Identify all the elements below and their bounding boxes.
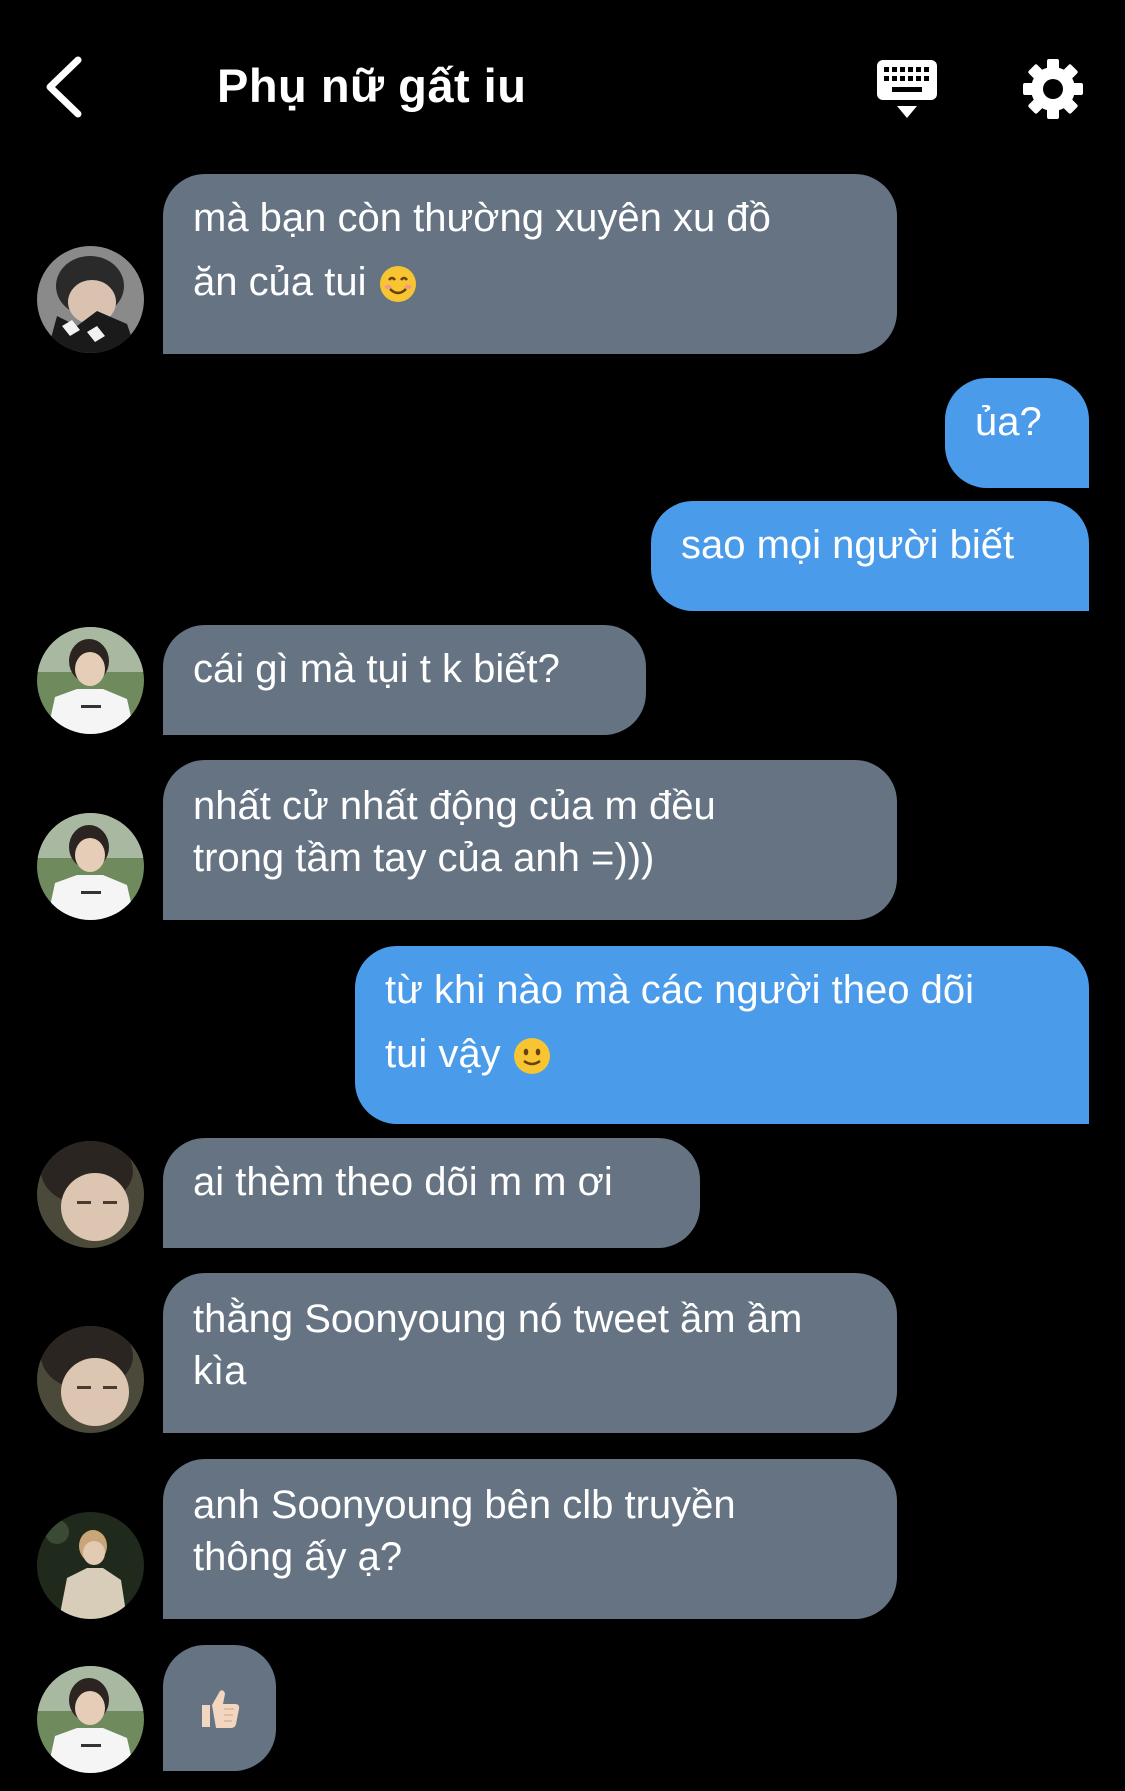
message-bubble-outgoing[interactable]: ủa? <box>945 378 1089 488</box>
message-line: ai thèm theo dõi m m ơi <box>193 1160 613 1204</box>
message-line: ăn của tui <box>193 260 367 304</box>
avatar[interactable] <box>37 813 144 920</box>
message-bubble-outgoing[interactable]: sao mọi người biết <box>651 501 1089 611</box>
message-bubble-incoming[interactable]: anh Soonyoung bên clb truyền thông ấy ạ? <box>163 1459 897 1619</box>
smiling-face-icon <box>379 266 416 303</box>
avatar-boy-closeup <box>37 1326 144 1433</box>
avatar-boy-beige-jacket <box>37 1512 144 1619</box>
message-bubble-incoming[interactable]: nhất cử nhất động của m đều trong tầm ta… <box>163 760 897 920</box>
avatar-boy-closeup <box>37 1141 144 1248</box>
message-line-with-emoji: ăn của tui <box>193 250 867 314</box>
gear-icon <box>1023 59 1083 119</box>
message-line: thằng Soonyoung nó tweet ầm ầm <box>193 1297 803 1341</box>
message-line: từ khi nào mà các người theo dõi <box>385 968 974 1012</box>
message-line: cái gì mà tụi t k biết? <box>193 647 560 691</box>
message-line: ủa? <box>975 400 1042 444</box>
message-line: tui vậy <box>385 1032 501 1076</box>
message-bubble-incoming[interactable]: thằng Soonyoung nó tweet ầm ầm kìa <box>163 1273 897 1433</box>
avatar-boy-white-tee <box>37 627 144 734</box>
message-line: thông ấy ạ? <box>193 1535 403 1579</box>
message-bubble-incoming[interactable] <box>163 1645 276 1771</box>
keyboard-hide-icon <box>877 60 937 118</box>
back-button[interactable] <box>40 52 100 122</box>
message-line: kìa <box>193 1349 247 1393</box>
avatar[interactable] <box>37 1512 144 1619</box>
avatar[interactable] <box>37 246 144 353</box>
message-bubble-outgoing[interactable]: từ khi nào mà các người theo dõi tui vậy <box>355 946 1089 1124</box>
chat-title: Phụ nữ gất iu <box>217 59 527 112</box>
slight-smile-icon <box>513 1038 550 1075</box>
chevron-left-icon <box>46 56 82 118</box>
chat-header: Phụ nữ gất iu <box>0 0 1125 170</box>
avatar[interactable] <box>37 627 144 734</box>
avatar-boy-dark-hoodie <box>37 246 144 353</box>
avatar[interactable] <box>37 1141 144 1248</box>
avatar[interactable] <box>37 1666 144 1773</box>
avatar-boy-white-tee <box>37 813 144 920</box>
message-line: trong tầm tay của anh =))) <box>193 836 655 880</box>
avatar[interactable] <box>37 1326 144 1433</box>
message-bubble-incoming[interactable]: cái gì mà tụi t k biết? <box>163 625 646 735</box>
message-line: sao mọi người biết <box>681 523 1015 567</box>
message-bubble-incoming[interactable]: mà bạn còn thường xuyên xu đồ ăn của tui <box>163 174 897 354</box>
settings-button[interactable] <box>1022 58 1084 120</box>
thumbs-up-icon <box>202 1690 240 1728</box>
keyboard-hide-button[interactable] <box>875 58 939 122</box>
message-line: nhất cử nhất động của m đều <box>193 784 716 828</box>
message-line: anh Soonyoung bên clb truyền <box>193 1483 736 1527</box>
message-line: mà bạn còn thường xuyên xu đồ <box>193 196 771 240</box>
message-bubble-incoming[interactable]: ai thèm theo dõi m m ơi <box>163 1138 700 1248</box>
avatar-boy-white-tee <box>37 1666 144 1773</box>
message-line-with-emoji: tui vậy <box>385 1022 1059 1086</box>
